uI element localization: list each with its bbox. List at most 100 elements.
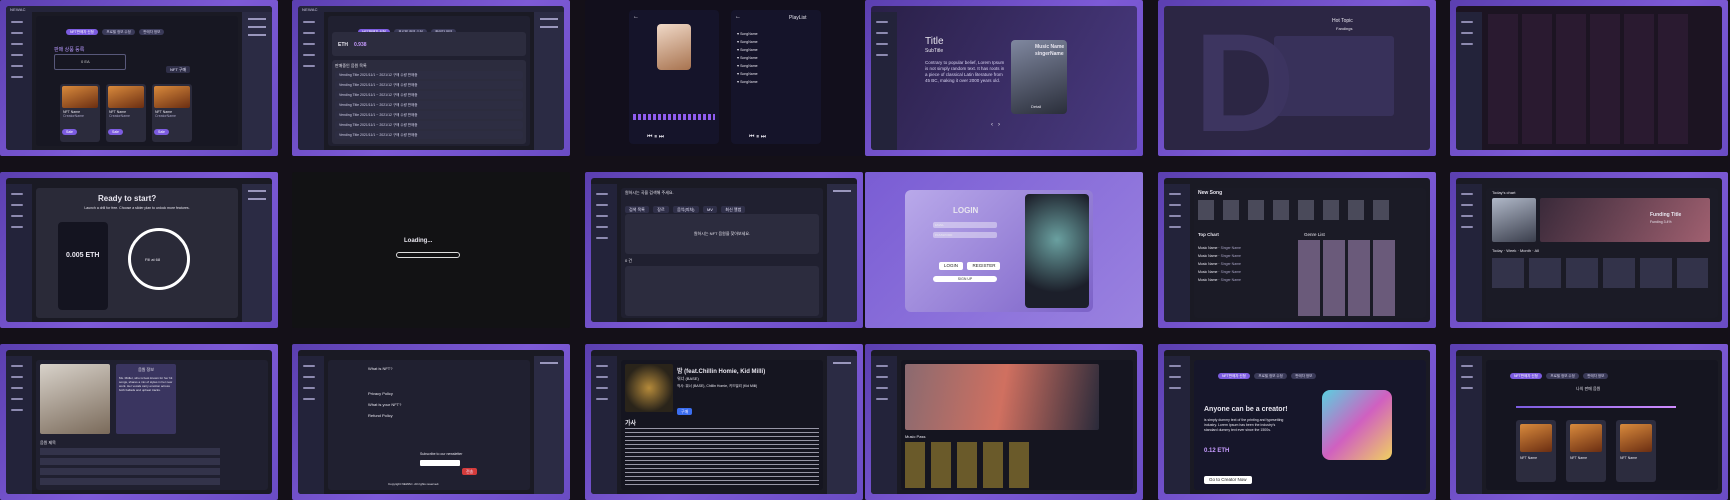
tab-seller-info[interactable]: 판매자 정보 bbox=[1583, 373, 1609, 379]
tab-profile-edit[interactable]: 프로필 정보 수정 bbox=[102, 29, 135, 35]
chart-item[interactable]: Music Name · Singer Name bbox=[1198, 246, 1288, 250]
tab-profile-edit[interactable]: 프로필 정보 수정 bbox=[1254, 373, 1287, 379]
tab-seller-apply[interactable]: NFT판매자 신청 bbox=[1510, 373, 1542, 379]
tile-song-detail: 밤 (feat.Chillin Homie, Kid Milli) 워너 (BA… bbox=[585, 344, 863, 500]
detail-link[interactable]: Detail bbox=[1031, 104, 1041, 109]
phone-player: ← ⏮ ⏸ ⏭ bbox=[629, 10, 719, 144]
password-field[interactable]: PASSWORD bbox=[933, 232, 997, 238]
tab-mv[interactable]: MV bbox=[702, 206, 717, 213]
nft-card[interactable]: NFT Name bbox=[1516, 420, 1556, 482]
right-panel bbox=[827, 356, 857, 494]
back-icon[interactable]: ← bbox=[633, 14, 639, 20]
music-card[interactable]: Music Name singerName Detail bbox=[1011, 40, 1067, 114]
signup-button[interactable]: SIGN UP bbox=[933, 276, 997, 282]
table-row[interactable]: Vending Title 2021/11/1 ~ 2021/12 구매 수량 … bbox=[335, 121, 523, 129]
playlist-title: PlayList bbox=[789, 15, 807, 21]
new-song-heading: New Song bbox=[1198, 190, 1223, 196]
singer-name: singerName bbox=[1035, 51, 1064, 57]
genre-grid[interactable] bbox=[1298, 240, 1396, 316]
sidebar bbox=[871, 356, 897, 494]
tab-seller-info[interactable]: 판매자 정보 bbox=[1291, 373, 1317, 379]
back-icon[interactable]: ← bbox=[735, 14, 741, 20]
table-row[interactable]: Vending Title 2021/11/1 ~ 2021/12 구매 수량 … bbox=[335, 111, 523, 119]
funding-cards[interactable] bbox=[1492, 258, 1708, 288]
quantity-input[interactable]: 0 EA bbox=[54, 54, 126, 70]
song-row[interactable]: ♥ SongName bbox=[737, 72, 815, 76]
buy-button[interactable]: 구매 bbox=[677, 408, 693, 415]
nft-card[interactable]: NFT Name bbox=[1616, 420, 1656, 482]
creator-cta-button[interactable]: Go to Creator Now bbox=[1204, 476, 1252, 484]
nft-card[interactable]: NFT Name CreatorName Sale bbox=[60, 84, 100, 142]
table-row[interactable]: Vending Title 2021/11/1 ~ 2021/12 구매 수량 … bbox=[335, 101, 523, 109]
artist-bio-card: 음원 정보 Ms. Müller, who is best known for … bbox=[116, 364, 176, 434]
right-panel bbox=[827, 184, 857, 322]
faq-item[interactable]: What is your NFT? bbox=[368, 402, 488, 407]
feature-banner[interactable]: Funding Title Funding 3.4% bbox=[1540, 198, 1710, 242]
song-list[interactable] bbox=[40, 448, 220, 486]
chart-item[interactable]: Music Name · Singer Name bbox=[1198, 278, 1288, 282]
tab-week[interactable]: Week bbox=[1506, 248, 1516, 253]
table-row[interactable]: Vending Title 2021/11/1 ~ 2021/12 구매 수량 … bbox=[335, 91, 523, 99]
sidebar bbox=[1456, 356, 1482, 494]
faq-item[interactable]: Privacy Policy bbox=[368, 391, 488, 396]
nft-card[interactable]: NFT Name CreatorName Sale bbox=[106, 84, 146, 142]
song-row[interactable]: ♥ SongName bbox=[737, 80, 815, 84]
faq-item[interactable]: What is NFT? bbox=[368, 366, 488, 371]
carousel-arrows[interactable]: ‹ › bbox=[991, 122, 1000, 128]
song-row[interactable]: ♥ SongName bbox=[737, 48, 815, 52]
nft-card[interactable]: NFT Name bbox=[1566, 420, 1606, 482]
chart-item[interactable]: Music Name · Singer Name bbox=[1198, 254, 1288, 258]
pass-grid[interactable] bbox=[905, 442, 1035, 488]
newsletter-label: Subscribe to our newsletter bbox=[420, 452, 463, 456]
chart-item[interactable]: Music Name · Singer Name bbox=[1198, 270, 1288, 274]
tab-genre[interactable]: 장르 bbox=[653, 206, 669, 213]
new-song-row[interactable] bbox=[1198, 200, 1398, 220]
tile-hot-topic: D Hot Topic Fandings bbox=[1158, 0, 1436, 156]
playback-controls[interactable]: ⏮ ⏸ ⏭ bbox=[647, 134, 664, 141]
creator-heading: Anyone can be a creator! bbox=[1204, 406, 1288, 413]
tile-artist-info: 음원 정보 Ms. Müller, who is best known for … bbox=[0, 344, 278, 500]
song-row[interactable]: ♥ SongName bbox=[737, 40, 815, 44]
section-heading: Hot Topic bbox=[1332, 18, 1353, 24]
subscribe-button[interactable]: 전송 bbox=[462, 468, 478, 475]
top-chart-list: Music Name · Singer Name Music Name · Si… bbox=[1198, 242, 1288, 286]
tab-seller-apply[interactable]: NFT판매자 신청 bbox=[66, 29, 98, 35]
tile-funding: Today's chart Funding Title Funding 3.4%… bbox=[1450, 172, 1728, 328]
album-cover bbox=[625, 364, 673, 412]
tab-month[interactable]: Month bbox=[1520, 248, 1531, 253]
tab-feature[interactable]: 음악(피처) bbox=[673, 206, 699, 213]
nft-card[interactable]: NFT Name CreatorName Sale bbox=[152, 84, 192, 142]
faq-item[interactable]: Refund Policy bbox=[368, 413, 488, 418]
submit-button[interactable]: NFT 구매 bbox=[166, 66, 191, 73]
sale-button[interactable]: Sale bbox=[108, 129, 124, 135]
sale-button[interactable]: Sale bbox=[154, 129, 170, 135]
tab-latest[interactable]: 최신 앨범 bbox=[721, 206, 746, 213]
creator-body: is simply dummy text of the printing and… bbox=[1204, 418, 1284, 432]
tab-seller-apply[interactable]: NFT판매자 신청 bbox=[1218, 373, 1250, 379]
song-credits: 작사: 워너 (BASE), Chillin Homie, 키드밀리 (Kid … bbox=[677, 384, 758, 388]
tile-hero: Title SubTitle Contrary to popular belie… bbox=[865, 0, 1143, 156]
empty-results: 원하시는 NFT 음원을 찾아보세요. bbox=[625, 214, 819, 254]
sale-button[interactable]: Sale bbox=[62, 129, 78, 135]
top-chart-heading: Top Chart bbox=[1198, 232, 1219, 237]
playback-controls[interactable]: ⏮ ⏸ ⏭ bbox=[749, 134, 766, 141]
chart-item[interactable]: Music Name · Singer Name bbox=[1198, 262, 1288, 266]
email-field[interactable]: EMAIL bbox=[933, 222, 997, 228]
table-row[interactable]: Vending Title 2021/11/1 ~ 2021/12 구매 수량 … bbox=[335, 71, 523, 79]
table-row[interactable]: Vending Title 2021/11/1 ~ 2021/12 구매 수량 … bbox=[335, 81, 523, 89]
tab-search[interactable]: 검색 목록 bbox=[625, 206, 649, 213]
tab-today[interactable]: Today bbox=[1492, 248, 1503, 253]
song-row[interactable]: ♥ SongName bbox=[737, 56, 815, 60]
login-button[interactable]: LOGIN bbox=[939, 262, 964, 270]
tab-profile-edit[interactable]: 프로필 정보 수정 bbox=[1546, 373, 1579, 379]
sidebar bbox=[298, 12, 324, 150]
result-list bbox=[625, 266, 819, 316]
tab-all[interactable]: All bbox=[1534, 248, 1538, 253]
song-row[interactable]: ♥ SongName bbox=[737, 64, 815, 68]
email-input[interactable] bbox=[420, 460, 460, 466]
tab-seller-info[interactable]: 판매자 정보 bbox=[139, 29, 165, 35]
register-button[interactable]: REGISTER bbox=[967, 262, 1001, 270]
song-row[interactable]: ♥ SongName bbox=[737, 32, 815, 36]
right-panel bbox=[242, 184, 272, 322]
table-row[interactable]: Vending Title 2021/11/1 ~ 2021/12 구매 수량 … bbox=[335, 131, 523, 139]
